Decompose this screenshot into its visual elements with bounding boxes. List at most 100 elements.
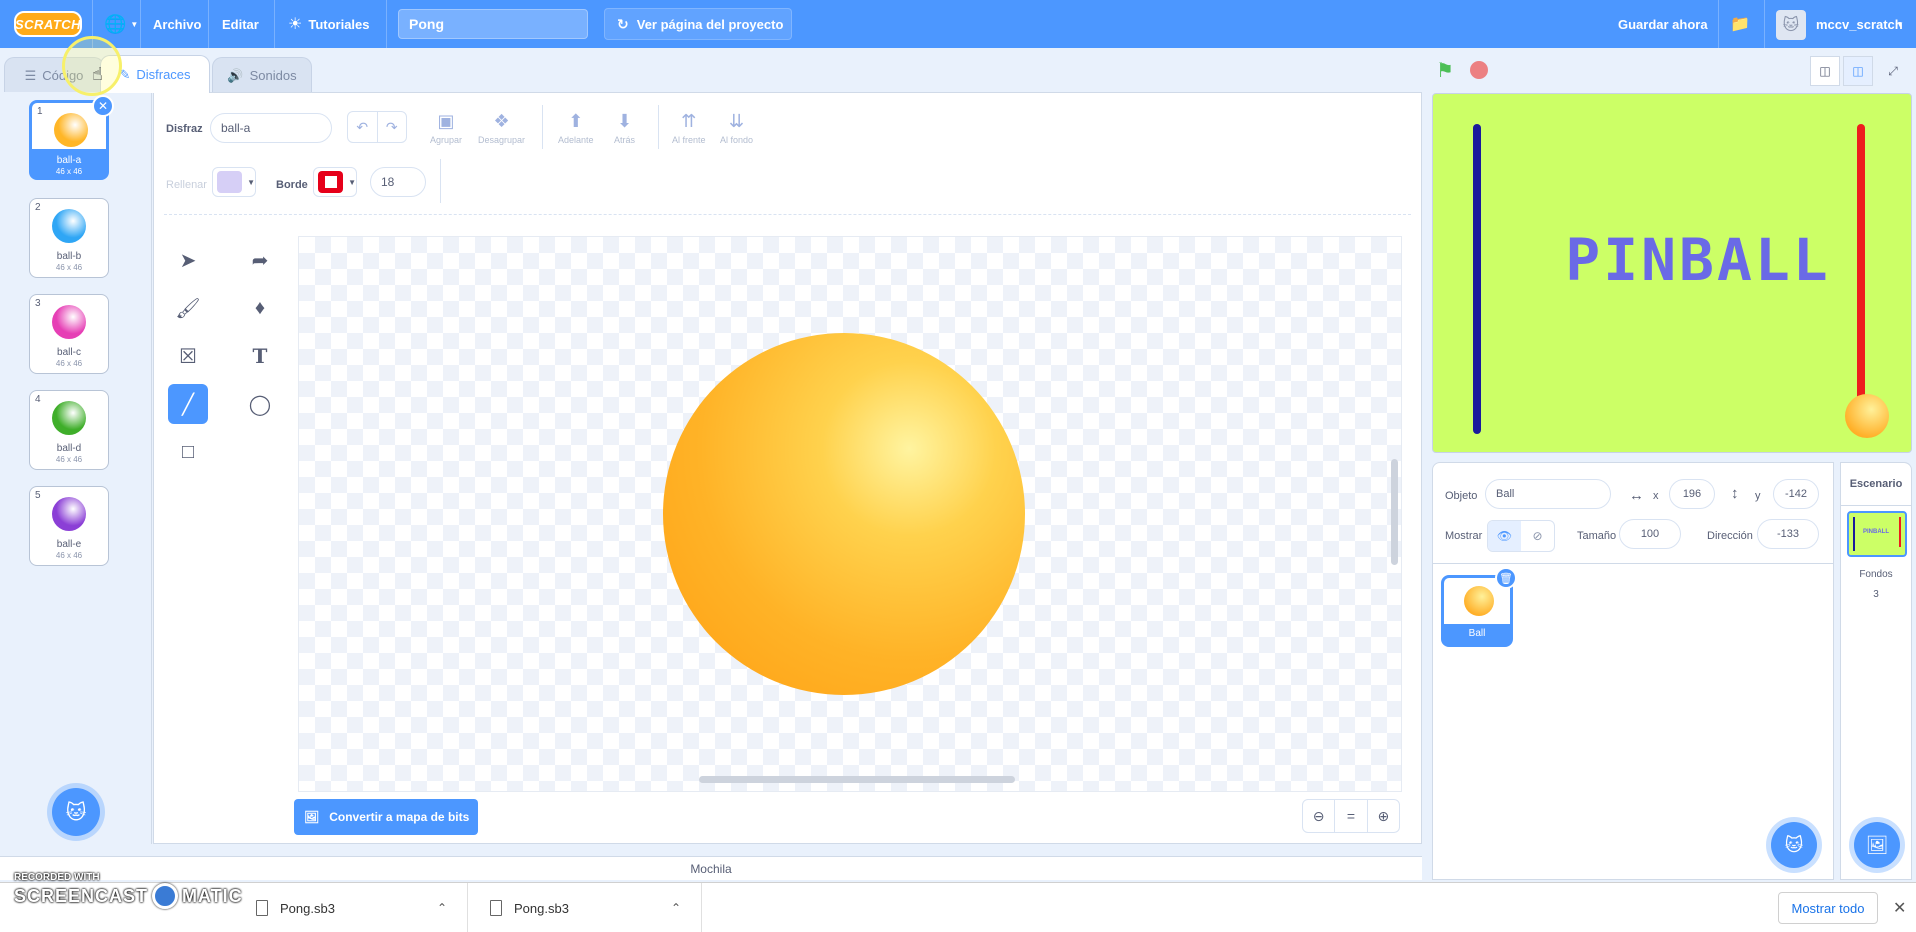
sprite-info-pane: Objeto Ball ↔ x 196 ↕ y -142 Mostrar 👁 ⊘… — [1432, 462, 1834, 880]
sprite-thumbnail — [1464, 586, 1494, 616]
chevron-down-icon: ▼ — [130, 19, 139, 29]
costume-thumbnail — [52, 305, 86, 339]
costume-item[interactable]: 1 ball-a 46 x 46 ✕ — [29, 95, 114, 180]
costume-number: 5 — [35, 490, 41, 501]
y-position-input[interactable]: -142 — [1773, 479, 1819, 509]
my-stuff-folder-icon[interactable]: 📁 — [1730, 0, 1750, 48]
left-paddle — [1473, 124, 1481, 434]
redo-icon[interactable]: ↷ — [378, 112, 407, 142]
line-tool[interactable]: ╱ — [168, 384, 208, 424]
select-tool[interactable]: ➤ — [168, 240, 208, 280]
user-avatar[interactable]: 🐱 — [1776, 10, 1806, 40]
ungroup-button[interactable]: ❖ Desagrupar — [478, 111, 525, 145]
green-flag-icon[interactable]: ⚑ — [1436, 58, 1454, 83]
costume-item[interactable]: 3 ball-c 46 x 46 — [29, 294, 109, 374]
group-icon: ▣ — [437, 111, 455, 131]
chevron-up-icon[interactable]: ⌃ — [437, 901, 447, 915]
sprite-name-input[interactable]: Ball — [1485, 479, 1611, 509]
backward-label: Atrás — [614, 135, 636, 145]
zoom-in-icon[interactable]: ⊕ — [1368, 800, 1399, 832]
project-title-input[interactable]: Pong — [398, 9, 588, 39]
show-all-downloads-button[interactable]: Mostrar todo — [1778, 892, 1878, 924]
stage-thumbnail[interactable]: PINBALL — [1847, 511, 1907, 557]
x-position-input[interactable]: 196 — [1669, 479, 1715, 509]
costume-name-input[interactable]: ball-a — [210, 113, 332, 143]
edit-menu[interactable]: Editar — [222, 0, 259, 48]
delete-costume-icon[interactable]: ✕ — [92, 95, 114, 117]
fill-color-picker[interactable]: ▼ — [212, 167, 256, 197]
costume-name: ball-e — [56, 539, 82, 550]
tab-costumes-label: Disfraces — [136, 67, 191, 82]
costume-size: 46 x 46 — [55, 551, 83, 560]
file-icon — [256, 900, 268, 916]
circle-tool[interactable]: ◯ — [240, 384, 280, 424]
see-project-button[interactable]: ↻ Ver página del proyecto — [604, 8, 792, 40]
record-icon — [152, 883, 179, 909]
fullscreen-button[interactable]: ⤢ — [1878, 56, 1908, 86]
close-icon[interactable]: ✕ — [1893, 898, 1906, 918]
chevron-up-icon[interactable]: ⌃ — [671, 901, 681, 915]
stage-ball-sprite[interactable] — [1845, 394, 1889, 438]
add-backdrop-button[interactable]: 🖼 — [1854, 822, 1900, 868]
costume-name: ball-d — [56, 443, 82, 454]
costume-item[interactable]: 2 ball-b 46 x 46 — [29, 198, 109, 278]
delete-sprite-icon[interactable]: 🗑 — [1495, 567, 1517, 589]
download-item[interactable]: Pong.sb3 ⌃ — [470, 883, 702, 932]
undo-icon[interactable]: ↶ — [348, 112, 378, 142]
direction-input[interactable]: -133 — [1757, 519, 1819, 549]
fill-label: Rellenar — [166, 179, 207, 191]
group-button[interactable]: ▣ Agrupar — [430, 111, 462, 145]
chevron-down-icon[interactable]: ▼ — [1896, 0, 1904, 48]
download-item[interactable]: Pong.sb3 ⌃ — [236, 883, 468, 932]
eraser-tool[interactable]: ♦ — [240, 288, 280, 328]
costume-name: ball-b — [56, 251, 82, 262]
zoom-controls: ⊖ = ⊕ — [1302, 799, 1400, 833]
front-button[interactable]: ⇈ Al frente — [672, 111, 706, 145]
backward-button[interactable]: ⬇ Atrás — [614, 111, 635, 145]
front-label: Al frente — [672, 135, 706, 145]
costume-item[interactable]: 5 ball-e 46 x 46 — [29, 486, 109, 566]
vertical-scrollbar[interactable] — [1391, 459, 1398, 565]
brush-tool[interactable]: 🖌 — [168, 288, 208, 328]
sprite-tile-name: Ball — [1468, 628, 1486, 639]
username-menu[interactable]: mccv_scratch — [1816, 0, 1903, 48]
costume-size: 46 x 46 — [55, 167, 83, 176]
large-stage-button[interactable]: ◫ — [1843, 56, 1873, 86]
scratch-logo[interactable]: SCRATCH — [14, 11, 82, 37]
costume-list: 1 ball-a 46 x 46 ✕ 2 ball-b 46 x 46 3 ba… — [0, 92, 152, 844]
ball-costume-shape[interactable] — [663, 333, 1025, 695]
outline-width-input[interactable]: 18 — [370, 167, 426, 197]
reshape-tool[interactable]: ➦ — [240, 240, 280, 280]
drawing-canvas[interactable] — [298, 236, 1402, 792]
small-stage-button[interactable]: ◫ — [1810, 56, 1840, 86]
zoom-out-icon[interactable]: ⊖ — [1303, 800, 1336, 832]
stop-sign-icon[interactable] — [1470, 61, 1488, 79]
convert-to-bitmap-button[interactable]: 🖼 Convertir a mapa de bits — [294, 799, 478, 835]
horizontal-scrollbar[interactable] — [699, 776, 1015, 783]
line-icon: ╱ — [181, 393, 195, 416]
tutorials-menu[interactable]: ☀ Tutoriales — [288, 0, 370, 48]
stage[interactable]: PINBALL — [1432, 93, 1912, 453]
paint-editor: Disfraz ball-a ↶ ↷ ▣ Agrupar ❖ Desagrupa… — [153, 92, 1422, 844]
add-costume-button[interactable]: 🐱 — [52, 788, 100, 836]
costume-item[interactable]: 4 ball-d 46 x 46 — [29, 390, 109, 470]
add-sprite-button[interactable]: 🐱 — [1771, 822, 1817, 868]
direction-label: Dirección — [1707, 530, 1753, 542]
stage-title-text: PINBALL — [1565, 226, 1831, 294]
size-input[interactable]: 100 — [1619, 519, 1681, 549]
zoom-reset-button[interactable]: = — [1335, 800, 1368, 832]
fill-tool[interactable]: ☒ — [168, 336, 208, 376]
tab-sounds[interactable]: 🔊 Sonidos — [212, 57, 312, 93]
group-label: Agrupar — [430, 135, 463, 145]
outline-color-picker[interactable]: ▼ — [313, 167, 357, 197]
menu-separator — [274, 0, 275, 48]
eye-icon[interactable]: 👁 — [1488, 521, 1521, 551]
menu-separator — [1764, 0, 1765, 48]
file-menu[interactable]: Archivo — [153, 0, 201, 48]
save-now-button[interactable]: Guardar ahora — [1618, 0, 1708, 48]
rectangle-tool[interactable]: □ — [168, 432, 208, 472]
text-tool[interactable]: T — [240, 336, 280, 376]
forward-button[interactable]: ⬆ Adelante — [558, 111, 594, 145]
eye-off-icon[interactable]: ⊘ — [1521, 521, 1554, 551]
back-button[interactable]: ⇊ Al fondo — [720, 111, 753, 145]
